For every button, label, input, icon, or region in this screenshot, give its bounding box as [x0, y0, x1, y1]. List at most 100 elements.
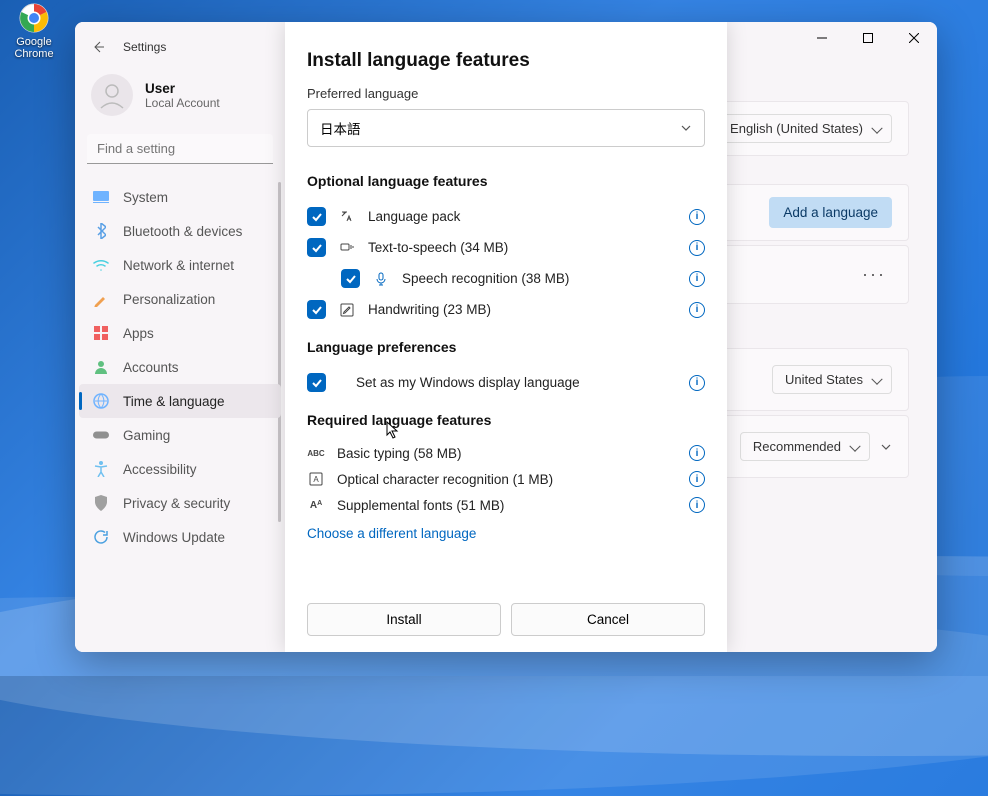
info-icon[interactable]: i	[689, 445, 705, 461]
chevron-down-icon	[680, 122, 692, 134]
desktop-icon-chrome[interactable]: Google Chrome	[6, 2, 62, 60]
user-name: User	[145, 81, 220, 96]
feature-tts: Text-to-speech (34 MB) i	[307, 232, 705, 263]
set-display-language-row: Set as my Windows display language i	[307, 367, 705, 398]
sidebar-item-label: Windows Update	[123, 530, 225, 545]
feature-label: Set as my Windows display language	[356, 375, 677, 390]
maximize-button[interactable]	[845, 22, 891, 54]
close-button[interactable]	[891, 22, 937, 54]
info-icon[interactable]: i	[689, 497, 705, 513]
add-language-button[interactable]: Add a language	[769, 197, 892, 228]
back-button[interactable]	[91, 40, 105, 54]
network-icon	[93, 257, 109, 273]
checkbox-tts[interactable]	[307, 238, 326, 257]
sidebar-item-label: Privacy & security	[123, 496, 230, 511]
sidebar-item-network[interactable]: Network & internet	[79, 248, 281, 282]
sidebar-item-privacy[interactable]: Privacy & security	[79, 486, 281, 520]
nav: System Bluetooth & devices Network & inter…	[75, 176, 285, 652]
sidebar-item-apps[interactable]: Apps	[79, 316, 281, 350]
checkbox-handwriting[interactable]	[307, 300, 326, 319]
sidebar-item-time[interactable]: Time & language	[79, 384, 281, 418]
info-icon[interactable]: i	[689, 302, 705, 318]
info-icon[interactable]: i	[689, 271, 705, 287]
info-icon[interactable]: i	[689, 471, 705, 487]
required-features-header: Required language features	[307, 412, 705, 428]
sidebar-item-accounts[interactable]: Accounts	[79, 350, 281, 384]
time-icon	[93, 393, 109, 409]
microphone-icon	[372, 270, 390, 288]
sidebar-item-label: Apps	[123, 326, 154, 341]
avatar	[91, 74, 133, 116]
chevron-down-icon[interactable]	[880, 441, 892, 453]
country-select[interactable]: United States	[772, 365, 892, 394]
required-typing: ABC Basic typing (58 MB) i	[307, 440, 705, 466]
system-icon	[93, 189, 109, 205]
accounts-icon	[93, 359, 109, 375]
apps-icon	[93, 325, 109, 341]
personalization-icon	[93, 291, 109, 307]
minimize-button[interactable]	[799, 22, 845, 54]
feature-label: Basic typing (58 MB)	[337, 446, 677, 461]
sidebar-item-label: Accessibility	[123, 462, 197, 477]
dialog-title: Install language features	[307, 50, 705, 72]
bluetooth-icon	[93, 223, 109, 239]
handwriting-icon	[338, 301, 356, 319]
user-type: Local Account	[145, 96, 220, 110]
checkbox-set-display[interactable]	[307, 373, 326, 392]
language-more-button[interactable]: ···	[856, 264, 892, 285]
sidebar-item-label: Network & internet	[123, 258, 234, 273]
choose-different-language-link[interactable]: Choose a different language	[307, 526, 705, 541]
sidebar-item-gaming[interactable]: Gaming	[79, 418, 281, 452]
abc-icon: ABC	[307, 449, 325, 458]
sidebar-item-label: Personalization	[123, 292, 215, 307]
required-ocr: A Optical character recognition (1 MB) i	[307, 466, 705, 492]
optional-features-header: Optional language features	[307, 173, 705, 189]
info-icon[interactable]: i	[689, 375, 705, 391]
sidebar-item-label: System	[123, 190, 168, 205]
sidebar: Settings User Local Account System Blueto…	[75, 22, 285, 652]
feature-speech: Speech recognition (38 MB) i	[307, 263, 705, 294]
selected-language: 日本語	[320, 118, 361, 138]
install-language-dialog: Install language features Preferred lang…	[285, 22, 727, 652]
sidebar-item-accessibility[interactable]: Accessibility	[79, 452, 281, 486]
search-container	[87, 134, 273, 164]
settings-label: Settings	[123, 40, 166, 54]
preferred-language-label: Preferred language	[307, 86, 705, 101]
feature-handwriting: Handwriting (23 MB) i	[307, 294, 705, 325]
cancel-button[interactable]: Cancel	[511, 603, 705, 636]
checkbox-speech[interactable]	[341, 269, 360, 288]
feature-label: Supplemental fonts (51 MB)	[337, 498, 677, 513]
search-input[interactable]	[87, 134, 273, 164]
tts-icon	[338, 239, 356, 257]
info-icon[interactable]: i	[689, 209, 705, 225]
feature-label: Optical character recognition (1 MB)	[337, 472, 677, 487]
preferred-language-select[interactable]: 日本語	[307, 109, 705, 147]
feature-label: Text-to-speech (34 MB)	[368, 240, 677, 255]
sidebar-item-label: Accounts	[123, 360, 179, 375]
sidebar-item-label: Gaming	[123, 428, 170, 443]
language-pack-icon	[338, 208, 356, 226]
update-icon	[93, 529, 109, 545]
feature-label: Speech recognition (38 MB)	[402, 271, 677, 286]
sidebar-item-bluetooth[interactable]: Bluetooth & devices	[79, 214, 281, 248]
sidebar-item-system[interactable]: System	[79, 180, 281, 214]
regional-select[interactable]: Recommended	[740, 432, 870, 461]
display-language-select[interactable]: English (United States)	[717, 114, 892, 143]
fonts-icon: AA	[307, 500, 325, 511]
install-button[interactable]: Install	[307, 603, 501, 636]
window-buttons	[799, 22, 937, 54]
settings-window: Settings User Local Account System Blueto…	[75, 22, 937, 652]
sidebar-item-label: Time & language	[123, 394, 225, 409]
gaming-icon	[93, 427, 109, 443]
sidebar-item-update[interactable]: Windows Update	[79, 520, 281, 554]
desktop-icon-label: Google Chrome	[6, 36, 62, 60]
privacy-icon	[93, 495, 109, 511]
checkbox-language-pack[interactable]	[307, 207, 326, 226]
accessibility-icon	[93, 461, 109, 477]
info-icon[interactable]: i	[689, 240, 705, 256]
user-block[interactable]: User Local Account	[75, 68, 285, 130]
sidebar-item-personalization[interactable]: Personalization	[79, 282, 281, 316]
ocr-icon: A	[307, 472, 325, 486]
language-preferences-header: Language preferences	[307, 339, 705, 355]
svg-text:A: A	[313, 475, 319, 484]
